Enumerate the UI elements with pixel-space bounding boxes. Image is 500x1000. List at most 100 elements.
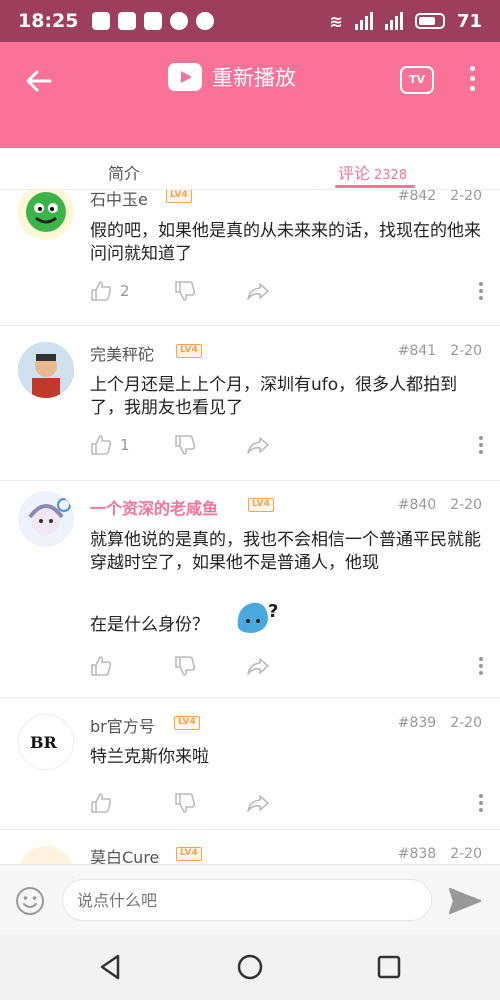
comment-actions: 1 bbox=[90, 434, 485, 458]
comment-count: 2328 bbox=[374, 168, 408, 183]
comment-date: 2-20 bbox=[450, 497, 482, 513]
comment-item: 石中玉e LV4 #842 2-20 假的吧，如果他是真的从未来来的话，找现在的他… bbox=[0, 190, 500, 326]
comment-meta: #840 2-20 bbox=[398, 497, 482, 513]
tv-cast-icon[interactable]: TV bbox=[400, 66, 434, 94]
thumbs-up-icon bbox=[91, 656, 112, 676]
system-nav-bar bbox=[0, 934, 500, 1000]
status-bar: 18:25 ≋ 71 bbox=[0, 0, 500, 42]
comment-item: 完美秤砣 LV4 #841 2-20 上个月还是上上个月，深圳有ufo，很多人都拍… bbox=[0, 326, 500, 481]
chat-icon bbox=[196, 12, 215, 30]
dislike-button[interactable] bbox=[174, 280, 196, 302]
more-options-icon[interactable] bbox=[462, 66, 482, 98]
level-badge: LV4 bbox=[248, 498, 274, 512]
avatar[interactable]: BR bbox=[18, 714, 74, 770]
comment-date: 2-20 bbox=[450, 715, 482, 731]
comment-item: BR br官方号 LV4 #839 2-20 特兰克斯你来啦 bbox=[0, 698, 500, 830]
nav-back-icon[interactable] bbox=[96, 952, 126, 982]
comment-item: 一个资深的老咸鱼 LV4 #840 2-20 就算他说的是真的，我也不会相信一个普… bbox=[0, 481, 500, 698]
like-button[interactable]: 1 bbox=[90, 434, 130, 456]
like-count: 1 bbox=[120, 436, 130, 454]
thumbs-up-icon bbox=[91, 435, 112, 455]
avatar[interactable] bbox=[18, 190, 74, 240]
like-button[interactable] bbox=[90, 655, 112, 677]
share-arrow-icon bbox=[247, 283, 269, 300]
avatar[interactable] bbox=[18, 491, 74, 547]
comment-more-icon[interactable] bbox=[479, 282, 485, 303]
send-icon[interactable] bbox=[448, 885, 482, 917]
floor-number: #840 bbox=[397, 497, 437, 513]
share-button[interactable] bbox=[246, 280, 270, 302]
comment-input[interactable] bbox=[62, 879, 432, 921]
thumbs-down-icon bbox=[175, 435, 196, 455]
message-icon bbox=[92, 12, 111, 30]
thumbs-down-icon bbox=[175, 281, 196, 301]
level-badge: LV4 bbox=[176, 847, 202, 861]
sticker-emoji-icon: ? bbox=[237, 601, 278, 633]
floor-number: #838 bbox=[397, 846, 437, 862]
floor-number: #842 bbox=[397, 190, 437, 204]
thumbs-up-icon bbox=[91, 793, 112, 813]
comment-text: 就算他说的是真的，我也不会相信一个普通平民就能穿越时空了，如果他不是普通人，他现 bbox=[90, 530, 481, 573]
thumbs-down-icon bbox=[175, 793, 196, 813]
comment-actions bbox=[90, 792, 485, 816]
comment-meta: #841 2-20 bbox=[398, 343, 482, 359]
active-tab-indicator bbox=[335, 185, 415, 188]
share-arrow-icon bbox=[247, 658, 269, 675]
tab-intro[interactable]: 简介 bbox=[108, 160, 140, 184]
paw-app-icon bbox=[118, 12, 137, 30]
like-button[interactable] bbox=[90, 792, 112, 814]
comment-text: 上个月还是上上个月，深圳有ufo，很多人都拍到了，我朋友也看见了 bbox=[90, 375, 458, 418]
tab-comments-label: 评论 bbox=[338, 164, 371, 183]
username[interactable]: 石中玉e bbox=[90, 190, 148, 210]
avatar[interactable] bbox=[18, 342, 74, 398]
nav-home-icon[interactable] bbox=[235, 952, 265, 982]
avatar-image bbox=[26, 192, 66, 232]
level-badge: LV4 bbox=[176, 344, 202, 358]
comment-more-icon[interactable] bbox=[479, 436, 485, 457]
like-button[interactable]: 2 bbox=[90, 280, 130, 302]
dislike-button[interactable] bbox=[174, 655, 196, 677]
back-arrow-icon[interactable] bbox=[22, 64, 56, 98]
replay-button[interactable]: 重新播放 bbox=[168, 62, 296, 92]
username[interactable]: 一个资深的老咸鱼 bbox=[90, 495, 218, 519]
comment-text: 假的吧，如果他是真的从未来来的话，找现在的他来问问就知道了 bbox=[90, 221, 481, 264]
comment-date: 2-20 bbox=[450, 190, 482, 204]
moon-icon bbox=[170, 12, 189, 30]
like-count: 2 bbox=[120, 282, 130, 300]
username[interactable]: 完美秤砣 bbox=[90, 341, 154, 365]
avatar[interactable] bbox=[18, 846, 74, 864]
emoji-icon[interactable] bbox=[14, 885, 46, 917]
app-icon bbox=[144, 12, 163, 30]
share-button[interactable] bbox=[246, 655, 270, 677]
comment-meta: #842 2-20 bbox=[398, 190, 482, 204]
comment-more-icon[interactable] bbox=[479, 794, 485, 815]
floor-number: #841 bbox=[397, 343, 437, 359]
battery-level: 71 bbox=[456, 10, 482, 32]
dislike-button[interactable] bbox=[174, 434, 196, 456]
comment-text-continued: 在是什么身份？ bbox=[90, 615, 209, 635]
comment-date: 2-20 bbox=[450, 343, 482, 359]
play-icon bbox=[168, 63, 202, 91]
username[interactable]: br官方号 bbox=[90, 713, 155, 737]
share-button[interactable] bbox=[246, 434, 270, 456]
floor-number: #839 bbox=[397, 715, 437, 731]
username[interactable]: 莫白Cure bbox=[90, 844, 159, 864]
nav-recents-icon[interactable] bbox=[374, 952, 404, 982]
tab-comments[interactable]: 评论 2328 bbox=[338, 160, 407, 184]
comment-meta: #838 2-20 bbox=[398, 846, 482, 862]
battery-icon bbox=[414, 13, 445, 29]
tab-bar: 简介 评论 2328 bbox=[0, 148, 500, 190]
comment-more-icon[interactable] bbox=[479, 657, 485, 678]
avatar-image bbox=[28, 498, 71, 535]
share-arrow-icon bbox=[247, 795, 269, 812]
avatar-logo-text: BR bbox=[30, 733, 57, 752]
comment-item: 莫白Cure LV4 #838 2-20 bbox=[0, 830, 500, 864]
level-badge: LV4 bbox=[174, 716, 200, 730]
share-arrow-icon bbox=[247, 437, 269, 454]
level-badge: LV4 bbox=[166, 190, 192, 203]
share-button[interactable] bbox=[246, 792, 270, 814]
signal-icon-1 bbox=[354, 12, 373, 30]
dislike-button[interactable] bbox=[174, 792, 196, 814]
comment-list[interactable]: 石中玉e LV4 #842 2-20 假的吧，如果他是真的从未来来的话，找现在的他… bbox=[0, 190, 500, 864]
replay-title: 重新播放 bbox=[212, 66, 296, 90]
